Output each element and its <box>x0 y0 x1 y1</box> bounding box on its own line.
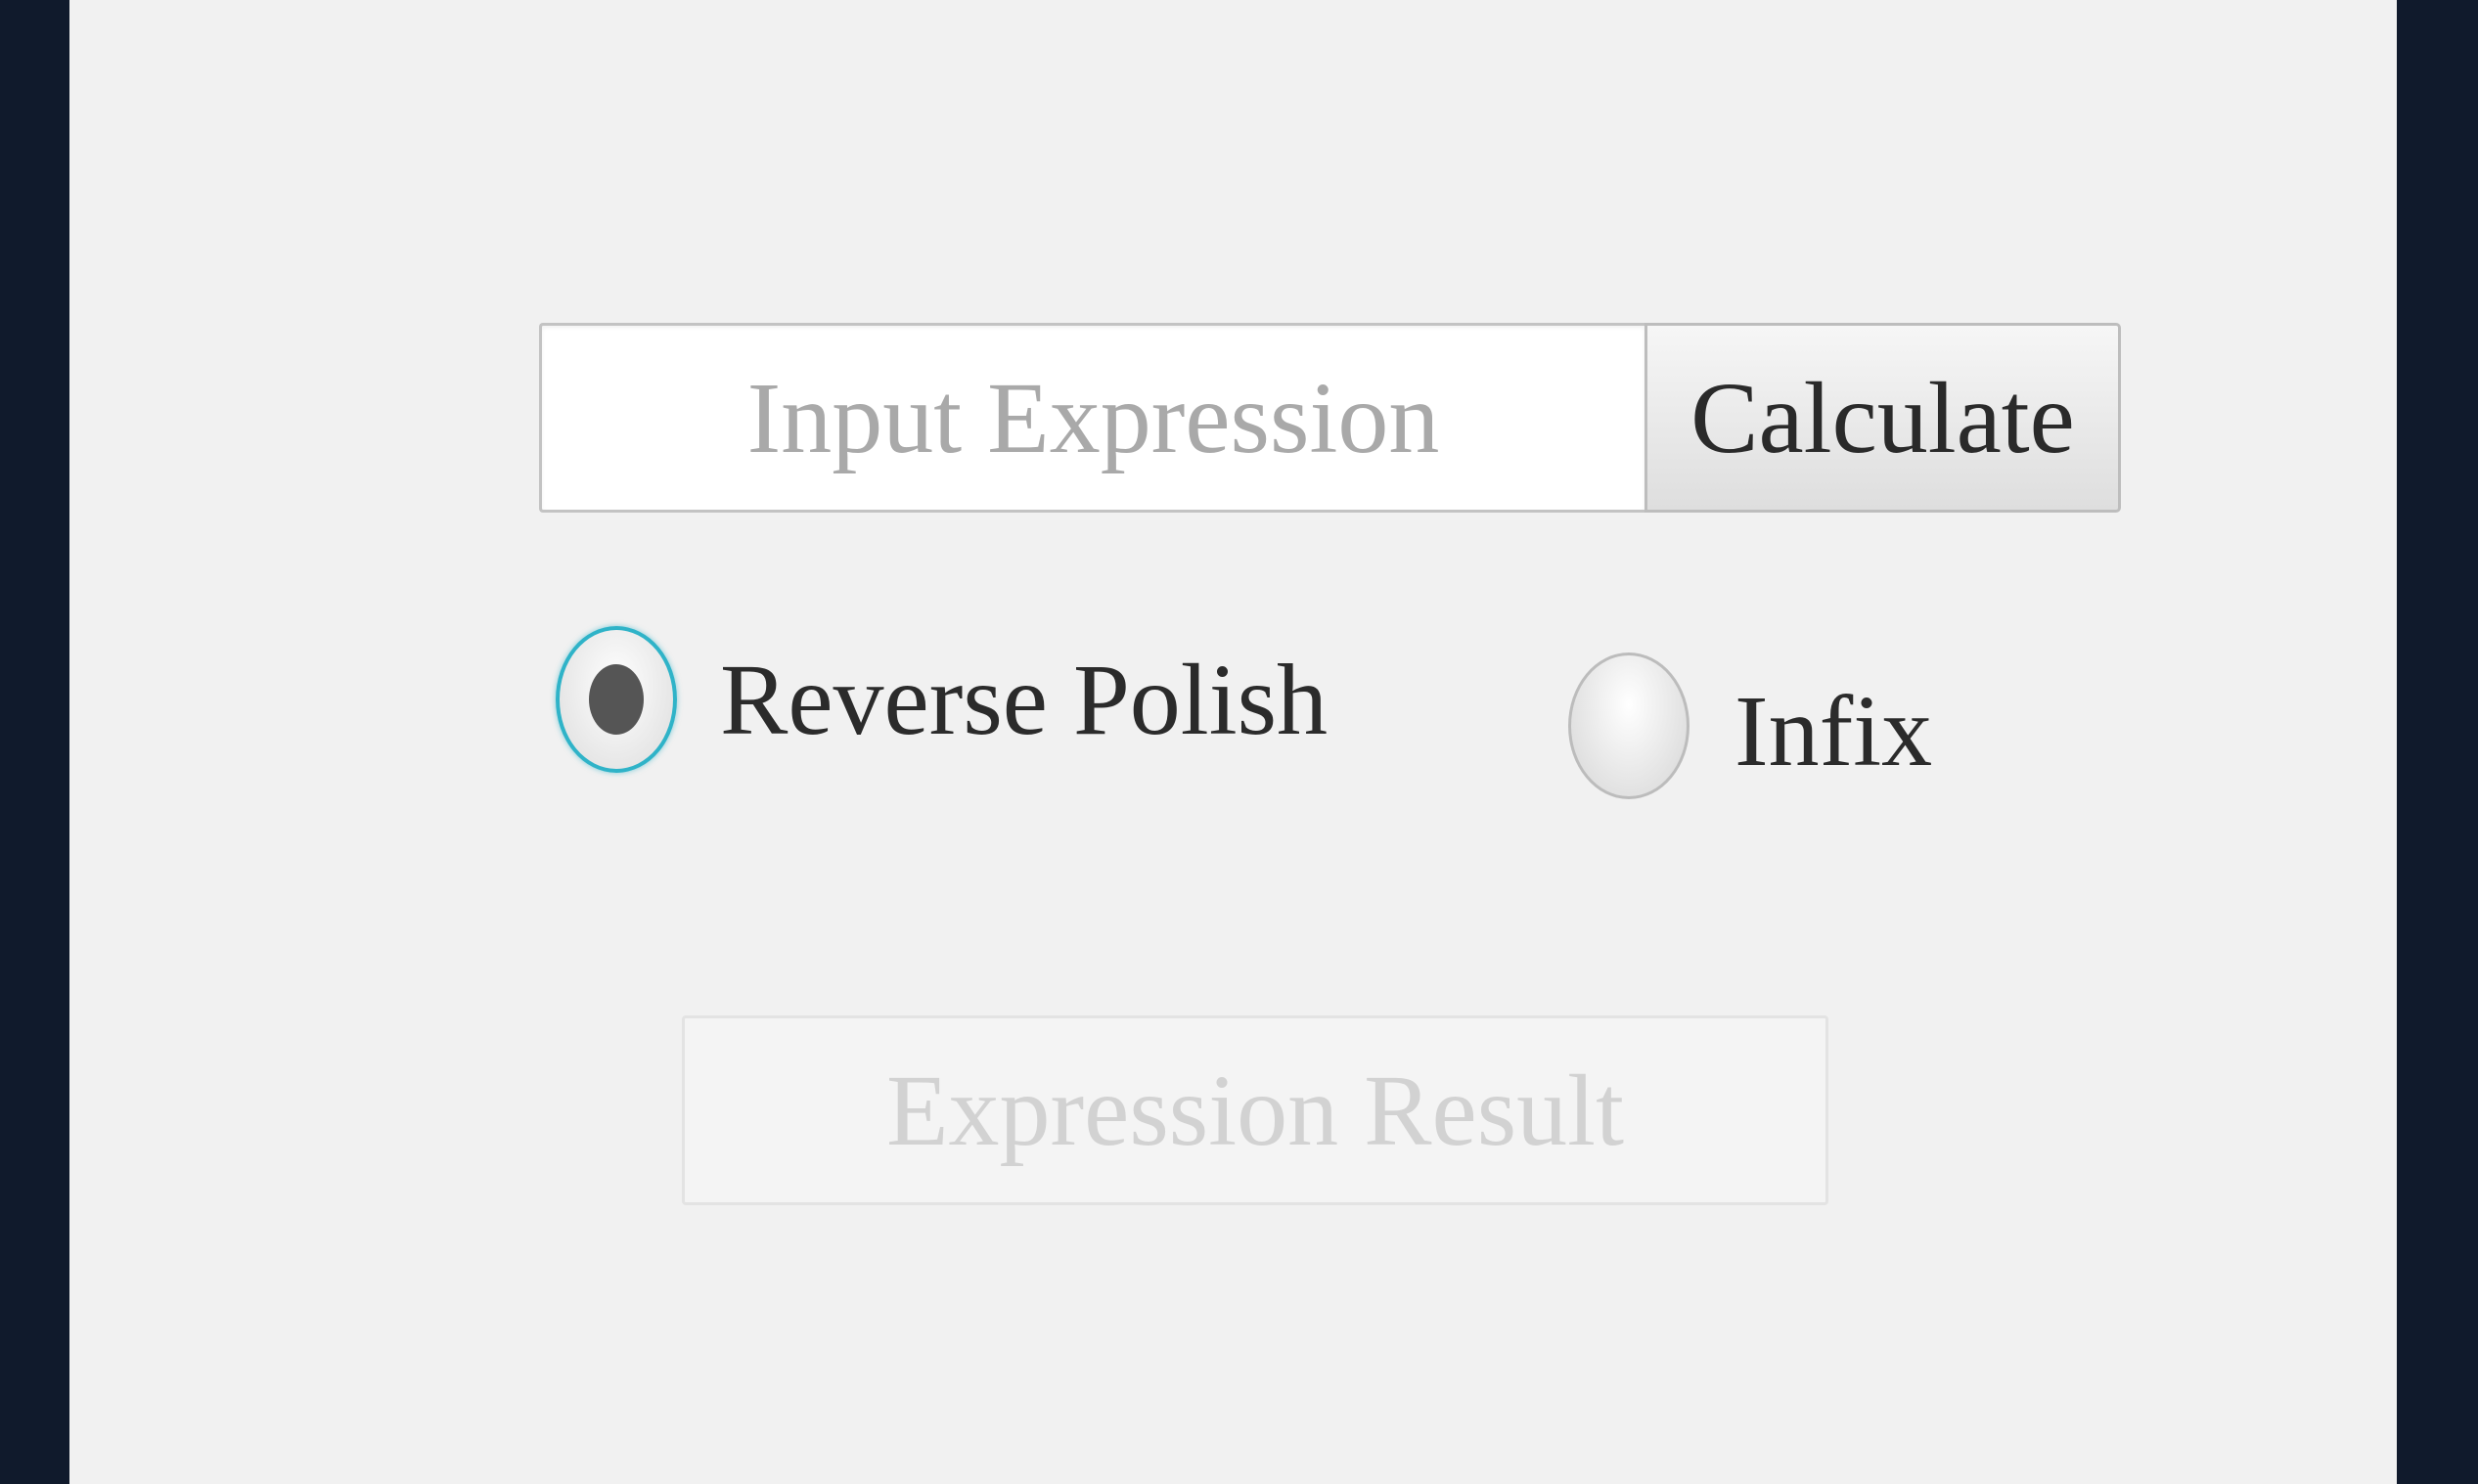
calculate-button[interactable]: Calculate <box>1644 323 2121 513</box>
radio-dot-icon <box>589 664 644 735</box>
expression-input[interactable] <box>539 323 1644 513</box>
radio-unchecked-icon[interactable] <box>1568 652 1690 799</box>
calculator-panel: Calculate Reverse Polish Infix Expressio… <box>69 0 2397 1484</box>
radio-checked-icon[interactable] <box>556 626 677 773</box>
window-frame-right <box>2397 0 2478 1484</box>
radio-label-reverse-polish: Reverse Polish <box>720 643 1329 756</box>
expression-result-field: Expression Result <box>682 1015 1828 1205</box>
window-frame-left <box>0 0 69 1484</box>
radio-label-infix: Infix <box>1735 674 1933 787</box>
radio-reverse-polish[interactable]: Reverse Polish <box>556 624 1328 775</box>
radio-infix[interactable]: Infix <box>1568 652 1932 799</box>
